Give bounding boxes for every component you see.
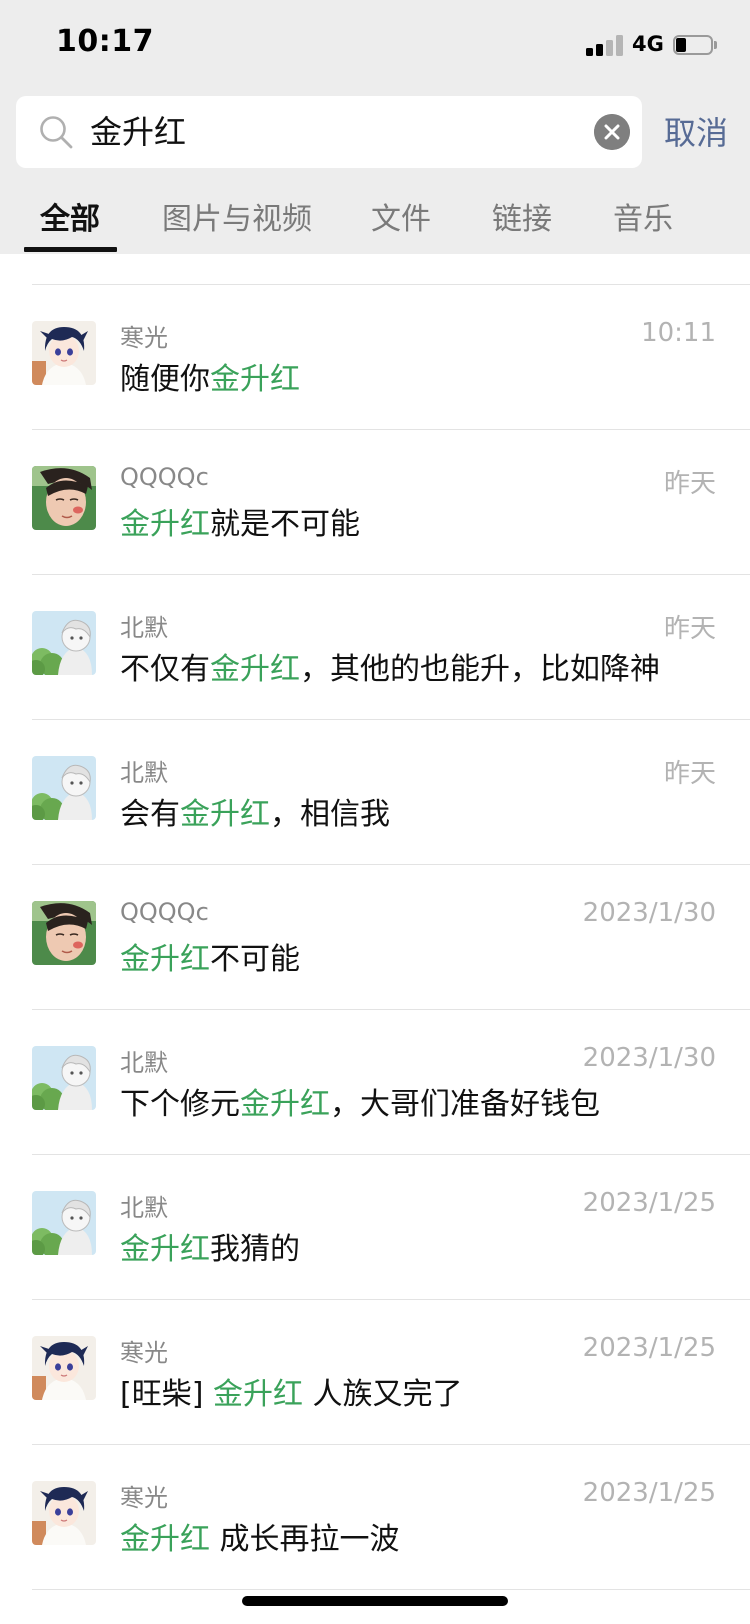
snippet-text-after: 不可能: [210, 942, 300, 977]
tab-music[interactable]: 音乐: [613, 194, 673, 238]
snippet-text-before: [旺柴]: [120, 1377, 213, 1412]
message-date: 昨天: [663, 614, 716, 644]
message-date: 2023/1/25: [582, 1333, 716, 1363]
search-match-highlight: 金升红: [210, 362, 300, 397]
search-icon: [40, 116, 73, 149]
battery-icon: [673, 35, 717, 55]
sender-name: 寒光: [120, 324, 168, 352]
cancel-button[interactable]: 取消: [664, 108, 728, 154]
message-snippet: 不仅有金升红，其他的也能升，比如降神: [120, 644, 660, 688]
message-snippet: 随便你金升红: [120, 354, 300, 398]
snippet-text-after: 就是不可能: [210, 507, 360, 542]
clear-search-icon[interactable]: [594, 114, 630, 150]
sender-name: QQQQc: [120, 898, 209, 926]
message-snippet: 金升红不可能: [120, 934, 300, 978]
network-type: 4G: [632, 32, 664, 56]
home-indicator: [242, 1596, 508, 1606]
message-snippet: 会有金升红，相信我: [120, 789, 390, 833]
avatar[interactable]: [32, 901, 96, 965]
search-match-highlight: 金升红: [210, 652, 300, 687]
avatar[interactable]: [32, 1336, 96, 1400]
message-date: 2023/1/25: [582, 1188, 716, 1218]
status-time: 10:17: [56, 24, 154, 59]
status-bar: 10:17 4G: [0, 0, 750, 88]
snippet-text-before: 下个修元: [120, 1087, 240, 1122]
tab-images-videos[interactable]: 图片与视频: [162, 194, 312, 238]
snippet-text-after: 成长再拉一波: [210, 1522, 400, 1557]
avatar[interactable]: [32, 321, 96, 385]
avatar[interactable]: [32, 1046, 96, 1110]
result-row[interactable]: 寒光 10:11 随便你金升红: [0, 284, 750, 434]
snippet-text-after: 我猜的: [210, 1232, 300, 1267]
tab-files[interactable]: 文件: [371, 194, 431, 238]
snippet-text-before: 不仅有: [120, 652, 210, 687]
message-date: 2023/1/30: [582, 1043, 716, 1073]
message-snippet: 金升红 成长再拉一波: [120, 1514, 400, 1558]
active-tab-indicator: [24, 247, 117, 252]
sender-name: 北默: [120, 759, 168, 787]
result-row[interactable]: 寒光 2023/1/25 [旺柴] 金升红 人族又完了: [0, 1299, 750, 1449]
result-divider: [32, 1589, 750, 1590]
tab-links[interactable]: 链接: [492, 194, 552, 238]
result-row[interactable]: QQQQc 昨天金升红就是不可能: [0, 429, 750, 579]
result-row[interactable]: 北默 昨天会有金升红，相信我: [0, 719, 750, 869]
sender-name: 北默: [120, 1194, 168, 1222]
avatar[interactable]: [32, 756, 96, 820]
avatar[interactable]: [32, 1191, 96, 1255]
cellular-signal-icon: [586, 34, 624, 56]
sender-name: QQQQc: [120, 463, 209, 491]
sender-name: 寒光: [120, 1484, 168, 1512]
result-row[interactable]: 北默 2023/1/25 金升红我猜的: [0, 1154, 750, 1304]
snippet-text-after: ，其他的也能升，比如降神: [300, 652, 660, 687]
avatar[interactable]: [32, 1481, 96, 1545]
snippet-text-before: 随便你: [120, 362, 210, 397]
search-match-highlight: 金升红: [120, 942, 210, 977]
result-row[interactable]: 北默 2023/1/30 下个修元金升红，大哥们准备好钱包: [0, 1009, 750, 1159]
search-match-highlight: 金升红: [240, 1087, 330, 1122]
tab-all[interactable]: 全部: [40, 194, 100, 238]
sender-name: 寒光: [120, 1339, 168, 1367]
filter-tabs: 全部 图片与视频 文件 链接 音乐: [0, 184, 750, 254]
message-date: 昨天: [663, 759, 716, 789]
search-results-screen: 10:17 4G 取消: [0, 0, 750, 1624]
message-snippet: 金升红就是不可能: [120, 499, 360, 543]
result-row[interactable]: QQQQc 2023/1/30 金升红不可能: [0, 864, 750, 1014]
search-input[interactable]: [90, 96, 560, 168]
message-snippet: 下个修元金升红，大哥们准备好钱包: [120, 1079, 600, 1123]
snippet-text-after: 人族又完了: [302, 1377, 463, 1412]
snippet-text-after: ，大哥们准备好钱包: [330, 1087, 600, 1122]
result-row[interactable]: 寒光 2023/1/25 金升红 成长再拉一波: [0, 1444, 750, 1594]
search-bar: [0, 88, 750, 184]
search-match-highlight: 金升红: [120, 507, 210, 542]
search-match-highlight: 金升红: [120, 1522, 210, 1557]
search-match-highlight: 金升红: [212, 1377, 303, 1412]
avatar[interactable]: [32, 466, 96, 530]
search-match-highlight: 金升红: [180, 797, 270, 832]
sender-name: 北默: [120, 614, 168, 642]
search-match-highlight: 金升红: [120, 1232, 210, 1267]
avatar[interactable]: [32, 611, 96, 675]
snippet-text-before: 会有: [120, 797, 180, 832]
message-date: 昨天: [663, 469, 716, 499]
message-date: 2023/1/25: [582, 1478, 716, 1508]
message-date: 2023/1/30: [582, 898, 716, 928]
snippet-text-after: ，相信我: [270, 797, 390, 832]
message-date: 10:11: [641, 318, 716, 348]
message-snippet: [旺柴] 金升红 人族又完了: [120, 1369, 463, 1413]
result-row[interactable]: 北默 昨天 不仅有金升红，其他的也能升，比如降神: [0, 574, 750, 724]
sender-name: 北默: [120, 1049, 168, 1077]
message-snippet: 金升红我猜的: [120, 1224, 300, 1268]
search-box[interactable]: [16, 96, 642, 168]
